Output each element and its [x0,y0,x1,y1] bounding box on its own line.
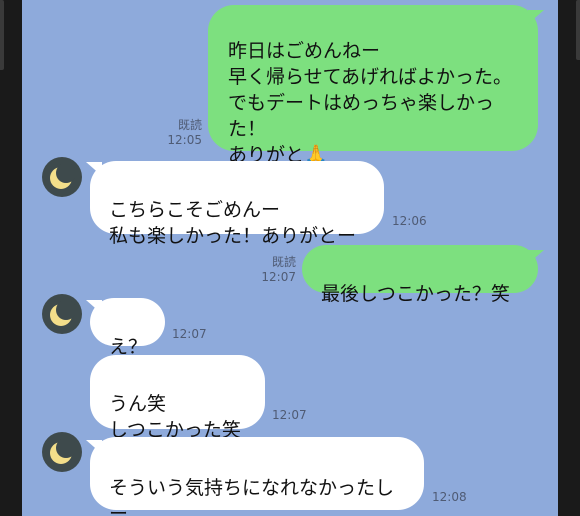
contact-avatar[interactable] [42,294,82,334]
message-time: 12:07 [261,270,296,284]
message-text: 昨日はごめんねー 早く帰らせてあげればよかった。 でもデートはめっちゃ楽しかっ … [228,40,513,166]
message-text: そういう気持ちになれなかったし ー [109,477,395,516]
read-receipt: 既読 [271,255,296,269]
side-button-left [0,0,4,70]
message-text: 最後しつこかった？笑 [321,283,510,305]
bubble-tail [528,10,544,24]
outgoing-message-bubble[interactable]: 最後しつこかった？笑 [302,245,538,305]
message-text: こちらこそごめんー 私も楽しかった！ありがとー [109,199,357,247]
phone-bezel-left [0,0,22,516]
incoming-message-bubble[interactable]: え？ [90,298,165,358]
message-meta: 既読 12:07 [246,255,296,285]
side-button-right [576,0,580,60]
message-text: うん笑 しつこかった笑 [109,393,241,441]
crescent-moon-icon [50,163,76,189]
phone-bezel-right [558,0,580,516]
crescent-moon-icon [50,438,76,464]
crescent-moon-icon [50,300,76,326]
message-time: 12:08 [432,490,467,504]
contact-avatar[interactable] [42,157,82,197]
incoming-message-bubble[interactable]: こちらこそごめんー 私も楽しかった！ありがとー [90,161,384,247]
message-time: 12:07 [172,327,207,341]
message-time: 12:05 [167,133,202,147]
message-meta: 既読 12:05 [152,118,202,148]
chat-screen[interactable]: 既読 12:05 昨日はごめんねー 早く帰らせてあげればよかった。 でもデートは… [22,0,558,516]
contact-avatar[interactable] [42,432,82,472]
bubble-tail [528,250,544,264]
message-time: 12:06 [392,214,427,228]
incoming-message-bubble[interactable]: そういう気持ちになれなかったし ー [90,437,424,516]
read-receipt: 既読 [177,118,202,132]
outgoing-message-bubble[interactable]: 昨日はごめんねー 早く帰らせてあげればよかった。 でもデートはめっちゃ楽しかっ … [208,5,538,166]
message-time: 12:07 [272,408,307,422]
incoming-message-bubble[interactable]: うん笑 しつこかった笑 [90,355,265,441]
